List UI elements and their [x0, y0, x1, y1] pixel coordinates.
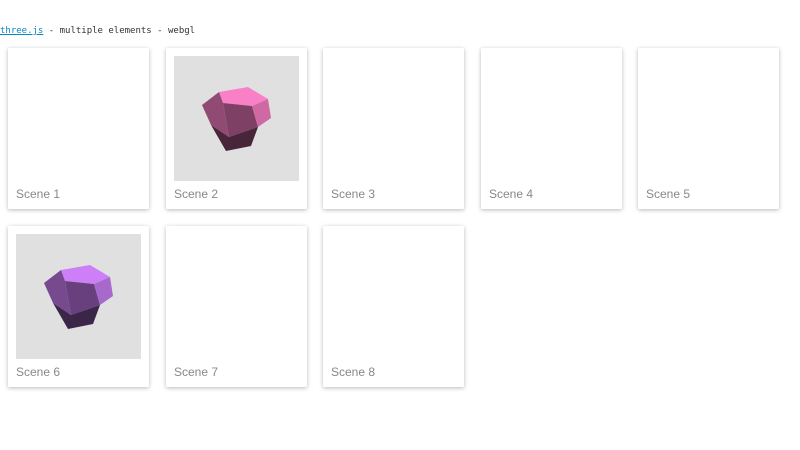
scene-label-8: Scene 8: [331, 365, 376, 379]
info-bar: three.js - multiple elements - webgl: [0, 26, 195, 36]
scene-view-2[interactable]: [174, 56, 299, 181]
info-suffix: - multiple elements - webgl: [43, 26, 196, 36]
scene-card-1[interactable]: Scene 1: [8, 48, 149, 209]
scene-view-7[interactable]: [174, 234, 299, 359]
scene-card-3[interactable]: Scene 3: [323, 48, 464, 209]
scene-label-1: Scene 1: [16, 187, 61, 201]
scene-label-7: Scene 7: [174, 365, 219, 379]
threejs-link[interactable]: three.js: [0, 26, 43, 36]
scene-card-6[interactable]: Scene 6: [8, 226, 149, 387]
scene-label-5: Scene 5: [646, 187, 691, 201]
scene-view-6[interactable]: [16, 234, 141, 359]
scene-view-8[interactable]: [331, 234, 456, 359]
scene-label-2: Scene 2: [174, 187, 219, 201]
scene-card-4[interactable]: Scene 4: [481, 48, 622, 209]
scene-label-3: Scene 3: [331, 187, 376, 201]
scene-card-7[interactable]: Scene 7: [166, 226, 307, 387]
dodecahedron-icon: [202, 87, 271, 151]
scene-view-3[interactable]: [331, 56, 456, 181]
scene-card-8[interactable]: Scene 8: [323, 226, 464, 387]
scene-view-1[interactable]: [16, 56, 141, 181]
dodecahedron-icon: [44, 265, 113, 329]
scene-view-4[interactable]: [489, 56, 614, 181]
scene-label-4: Scene 4: [489, 187, 534, 201]
scene-view-5[interactable]: [646, 56, 771, 181]
scene-card-2[interactable]: Scene 2: [166, 48, 307, 209]
scene-label-6: Scene 6: [16, 365, 61, 379]
scene-card-5[interactable]: Scene 5: [638, 48, 779, 209]
